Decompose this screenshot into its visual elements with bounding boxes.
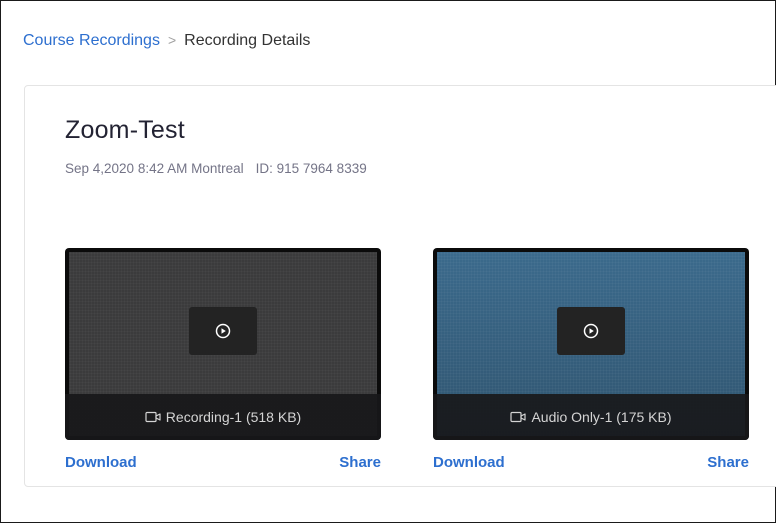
recording-item-2: Audio Only-1 (175 KB) Download Share — [433, 248, 749, 478]
recording-actions: Download Share — [433, 454, 749, 478]
recording-name: Audio Only-1 (175 KB) — [531, 409, 672, 425]
page-frame: Course Recordings > Recording Details Zoom… — [0, 0, 776, 523]
recording-caption: Recording-1 (518 KB) — [65, 394, 381, 440]
play-button[interactable] — [557, 307, 625, 355]
recording-thumbnail[interactable]: Audio Only-1 (175 KB) — [433, 248, 749, 440]
breadcrumb-separator: > — [167, 32, 177, 48]
play-circle-icon — [215, 323, 231, 339]
meeting-id: ID: 915 7964 8339 — [255, 161, 367, 176]
video-camera-icon — [510, 411, 527, 423]
play-circle-icon — [583, 323, 599, 339]
share-link[interactable]: Share — [707, 454, 749, 471]
recording-caption: Audio Only-1 (175 KB) — [433, 394, 749, 440]
breadcrumb-current: Recording Details — [184, 32, 311, 49]
share-link[interactable]: Share — [339, 454, 381, 471]
download-link[interactable]: Download — [65, 454, 137, 471]
recording-item-1: Recording-1 (518 KB) Download Share — [65, 248, 381, 478]
meeting-title: Zoom-Test — [65, 116, 185, 144]
recording-details-card: Zoom-Test Sep 4,2020 8:42 AM Montreal ID:… — [24, 85, 776, 487]
meeting-datetime: Sep 4,2020 8:42 AM Montreal — [65, 161, 244, 176]
meeting-meta: Sep 4,2020 8:42 AM Montreal ID: 915 7964 … — [65, 161, 367, 176]
recording-actions: Download Share — [65, 454, 381, 478]
recording-thumbnail[interactable]: Recording-1 (518 KB) — [65, 248, 381, 440]
recording-name: Recording-1 (518 KB) — [165, 409, 302, 425]
play-button[interactable] — [189, 307, 257, 355]
video-camera-icon — [145, 411, 161, 423]
breadcrumb-course-recordings[interactable]: Course Recordings — [23, 32, 160, 49]
breadcrumb: Course Recordings > Recording Details — [23, 32, 310, 50]
download-link[interactable]: Download — [433, 454, 505, 471]
